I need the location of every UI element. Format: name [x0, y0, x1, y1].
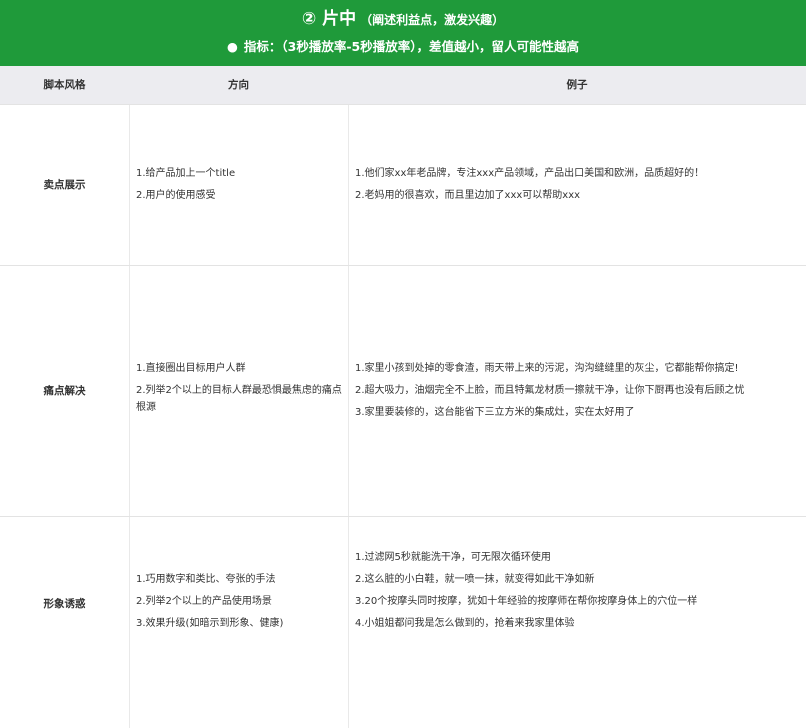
direction-line: 1.巧用数字和类比、夸张的手法	[136, 574, 276, 585]
direction-line: 2.列举2个以上的目标人群最恐惧最焦虑的痛点根源	[136, 385, 342, 413]
circled-number: ②	[301, 9, 317, 29]
table-header: 脚本风格 方向 例子	[0, 66, 806, 104]
row-style-label: 卖点展示	[43, 179, 86, 191]
table-row: 痛点解决 1.直接圈出目标用户人群 2.列举2个以上的目标人群最恐惧最焦虑的痛点…	[0, 265, 806, 517]
example-line: 2.超大吸力，油烟完全不上脸，而且特氟龙材质一擦就干净，让你下厨再也没有后顾之忧	[355, 385, 745, 396]
row-direction: 1.直接圈出目标用户人群 2.列举2个以上的目标人群最恐惧最焦虑的痛点根源	[136, 358, 342, 416]
row-direction: 1.巧用数字和类比、夸张的手法 2.列举2个以上的产品使用场景 3.效果升级(如…	[136, 569, 342, 635]
direction-line: 1.直接圈出目标用户人群	[136, 363, 246, 374]
metric-text: （3秒播放率-5秒播放率），差值越小，留人可能性越高	[281, 39, 580, 54]
header-direction: 方向	[228, 79, 249, 91]
direction-line: 3.效果升级(如暗示到形象、健康)	[136, 618, 284, 629]
row-examples: 1.家里小孩到处掉的零食渣，雨天带上来的污泥，沟沟缝缝里的灰尘，它都能帮你搞定!…	[355, 358, 800, 424]
example-line: 3.家里要装修的，这台能省下三立方米的集成灶，实在太好用了	[355, 407, 635, 418]
example-line: 2.老妈用的很喜欢，而且里边加了xxx可以帮助xxx	[355, 190, 581, 201]
example-line: 4.小姐姐都问我是怎么做到的，抢着来我家里体验	[355, 618, 575, 629]
header-style: 脚本风格	[43, 79, 86, 91]
row-examples: 1.他们家xx年老品牌，专注xxx产品领域，产品出口美国和欧洲，品质超好的！ 2…	[355, 163, 800, 207]
example-line: 1.他们家xx年老品牌，专注xxx产品领域，产品出口美国和欧洲，品质超好的！	[355, 168, 705, 179]
metric-label: 指标：	[243, 39, 282, 54]
title-subtitle: （阐述利益点，激发兴趣）	[360, 13, 505, 27]
metric-line: ● 指标：（3秒播放率-5秒播放率），差值越小，留人可能性越高	[0, 38, 806, 56]
row-direction: 1.给产品加上一个title 2.用户的使用感受	[136, 163, 342, 207]
row-style-label: 痛点解决	[43, 385, 86, 397]
table-row: 卖点展示 1.给产品加上一个title 2.用户的使用感受 1.他们家xx年老品…	[0, 104, 806, 266]
direction-line: 1.给产品加上一个title	[136, 168, 236, 179]
direction-line: 2.列举2个以上的产品使用场景	[136, 596, 272, 607]
bullet-icon: ●	[226, 39, 238, 54]
title-text: 片中	[322, 9, 357, 29]
section-title: ② 片中 （阐述利益点，激发兴趣）	[0, 8, 806, 31]
row-examples: 1.过滤网5秒就能洗干净，可无限次循环使用 2.这么脏的小白鞋，就一喷一抹，就变…	[355, 547, 800, 635]
example-line: 1.过滤网5秒就能洗干净，可无限次循环使用	[355, 552, 551, 563]
header-banner: ② 片中 （阐述利益点，激发兴趣） ● 指标：（3秒播放率-5秒播放率），差值越小，…	[0, 0, 806, 66]
example-line: 1.家里小孩到处掉的零食渣，雨天带上来的污泥，沟沟缝缝里的灰尘，它都能帮你搞定!	[355, 363, 739, 374]
example-line: 3.20个按摩头同时按摩，犹如十年经验的按摩师在帮你按摩身体上的穴位一样	[355, 596, 698, 607]
row-style-label: 形象诱惑	[43, 598, 86, 610]
example-line: 2.这么脏的小白鞋，就一喷一抹，就变得如此干净如新	[355, 574, 595, 585]
direction-line: 2.用户的使用感受	[136, 190, 216, 201]
table-row: 形象诱惑 1.巧用数字和类比、夸张的手法 2.列举2个以上的产品使用场景 3.效…	[0, 516, 806, 691]
header-example: 例子	[566, 79, 588, 91]
